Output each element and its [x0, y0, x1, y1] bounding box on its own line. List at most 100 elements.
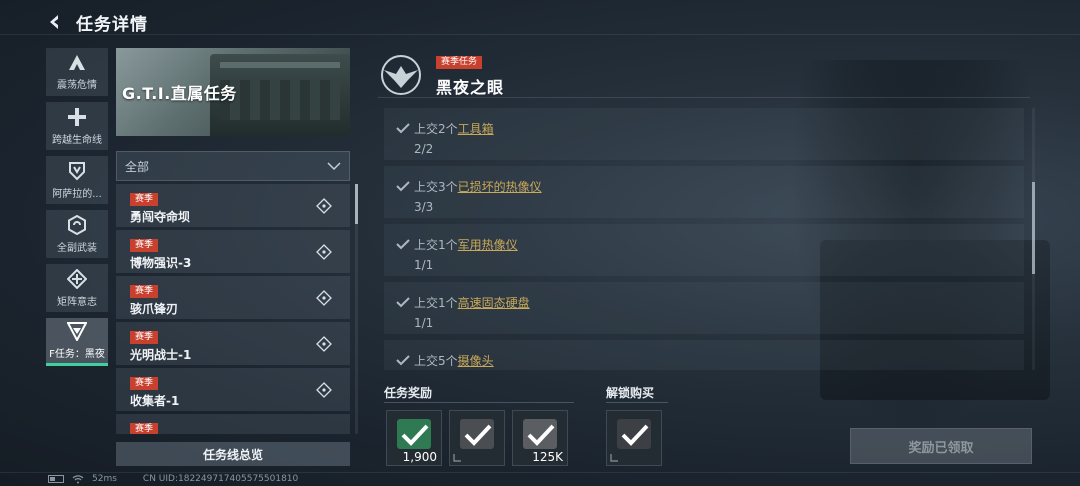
- objective-progress: 1/1: [414, 316, 434, 330]
- objective-item-link[interactable]: 高速固态硬盘: [458, 296, 530, 310]
- back-button[interactable]: [44, 11, 66, 33]
- objective-progress: 3/3: [414, 200, 434, 214]
- bind-corner-icon: [453, 454, 461, 462]
- category-tab-2[interactable]: 阿萨拉的...: [46, 156, 108, 204]
- category-tab-1[interactable]: 跨越生命线: [46, 102, 108, 150]
- track-target-icon[interactable]: [316, 290, 332, 306]
- objective-prefix: 上交1个: [414, 296, 458, 310]
- category-label: 阿萨拉的...: [52, 188, 102, 200]
- category-label: 矩阵意志: [57, 296, 97, 308]
- chevron-down-icon: [327, 162, 341, 170]
- task-name: 收集者-1: [130, 394, 180, 408]
- section-divider: [384, 402, 574, 403]
- task-list-item[interactable]: 赛季 收集者-1: [116, 368, 350, 411]
- mission-header: 赛季任务 黑夜之眼: [378, 52, 1030, 98]
- status-bar: 52ms CN UID:18224971740557550181​0: [48, 472, 298, 486]
- section-divider: [606, 402, 668, 403]
- season-task-tag: 赛季任务: [436, 56, 483, 69]
- claimed-check-icon: [401, 424, 429, 446]
- task-filter-dropdown[interactable]: 全部: [116, 151, 350, 181]
- ping-readout: 52ms: [92, 474, 117, 484]
- reward-slot[interactable]: 125K: [512, 410, 568, 466]
- checkmark-icon: [396, 181, 410, 192]
- task-list-item[interactable]: 赛季 骇爪锋刃: [116, 276, 350, 319]
- task-list-item[interactable]: 赛季 光明战士-1: [116, 322, 350, 365]
- category-label: 跨越生命线: [52, 134, 102, 146]
- back-arrow-icon: [50, 15, 58, 29]
- scrollbar-thumb[interactable]: [355, 184, 358, 224]
- checkmark-icon: [396, 355, 410, 366]
- objective-text: 上交2个工具箱: [414, 120, 494, 137]
- reward-slot[interactable]: 1,900: [386, 410, 442, 466]
- scrollbar-thumb[interactable]: [1032, 182, 1035, 274]
- objective-text: 上交1个高速固态硬盘: [414, 294, 530, 311]
- diamond-cross-icon: [67, 268, 87, 289]
- objective-item: 上交5个摄像头: [384, 340, 1024, 370]
- objective-progress: 2/2: [414, 142, 434, 156]
- objective-item: 上交1个军用热像仪 1/1: [384, 224, 1024, 276]
- reward-quantity: 1,900: [402, 450, 437, 464]
- track-target-icon[interactable]: [316, 244, 332, 260]
- category-tab-5[interactable]: F任务：黑夜: [46, 318, 108, 366]
- banner-title: G.T.I.直属任务: [122, 84, 237, 103]
- objective-item-link[interactable]: 已损坏的热像仪: [458, 180, 542, 194]
- unlock-slot[interactable]: [606, 410, 662, 466]
- objective-prefix: 上交1个: [414, 238, 458, 252]
- eagle-emblem-icon: [381, 55, 421, 95]
- background-grid-line: [0, 34, 1080, 35]
- bind-corner-icon: [610, 454, 618, 462]
- task-name: 光明战士-1: [130, 348, 192, 362]
- objective-prefix: 上交2个: [414, 122, 458, 136]
- objective-text: 上交3个已损坏的热像仪: [414, 178, 542, 195]
- shield-v-icon: [69, 161, 85, 180]
- wifi-icon: [72, 474, 84, 483]
- checkmark-icon: [396, 123, 410, 134]
- objective-scrollbar[interactable]: [1032, 108, 1035, 370]
- track-target-icon[interactable]: [316, 336, 332, 352]
- checkmark-icon: [396, 239, 410, 250]
- battery-icon: [48, 475, 64, 483]
- reward-slot[interactable]: [449, 410, 505, 466]
- task-list-item[interactable]: 赛季: [116, 414, 350, 434]
- uid-readout: CN UID:18224971740557550181​0: [142, 474, 299, 484]
- category-label: 震荡危情: [57, 79, 97, 91]
- mission-title: 黑夜之眼: [436, 78, 505, 97]
- track-target-icon[interactable]: [316, 382, 332, 398]
- task-list-item[interactable]: 赛季 勇闯夺命坝: [116, 184, 350, 227]
- objective-item: 上交1个高速固态硬盘 1/1: [384, 282, 1024, 334]
- task-name: 骇爪锋刃: [130, 302, 179, 316]
- category-tab-0[interactable]: 震荡危情: [46, 48, 108, 96]
- season-tag: 赛季: [130, 193, 159, 206]
- category-rail: 震荡危情 跨越生命线 阿萨拉的... 全副武装 矩阵意志 F任务：黑夜: [46, 48, 108, 372]
- objective-text: 上交5个摄像头: [414, 352, 494, 369]
- page-header: 任务详情: [44, 8, 148, 36]
- objective-item-link[interactable]: 工具箱: [458, 122, 494, 136]
- claimed-check-icon: [527, 424, 555, 446]
- claimed-check-icon: [621, 424, 649, 446]
- objective-progress: 1/1: [414, 258, 434, 272]
- task-list-scrollbar[interactable]: [355, 184, 358, 434]
- objective-item: 上交3个已损坏的热像仪 3/3: [384, 166, 1024, 218]
- task-list: 赛季 勇闯夺命坝 赛季 博物强识-3 赛季 骇爪锋刃 赛季 光明战士-1 赛季 …: [116, 184, 350, 434]
- season-tag: 赛季: [130, 239, 159, 252]
- objective-item: 上交2个工具箱 2/2: [384, 108, 1024, 160]
- category-label: 全副武装: [57, 242, 97, 254]
- objective-prefix: 上交5个: [414, 354, 458, 368]
- objective-item-link[interactable]: 军用热像仪: [458, 238, 518, 252]
- task-list-item[interactable]: 赛季 博物强识-3: [116, 230, 350, 273]
- track-target-icon[interactable]: [316, 198, 332, 214]
- rewards-claimed-button[interactable]: 奖励已领取: [850, 428, 1032, 464]
- task-line-overview-button[interactable]: 任务线总览: [116, 442, 350, 466]
- hex-swirl-icon: [68, 214, 86, 235]
- category-tab-3[interactable]: 全副武装: [46, 210, 108, 258]
- claimed-check-icon: [464, 424, 492, 446]
- season-tag: 赛季: [130, 285, 159, 298]
- category-tab-4[interactable]: 矩阵意志: [46, 264, 108, 312]
- triangle-v-icon: [67, 322, 87, 341]
- objective-list: 上交2个工具箱 2/2 上交3个已损坏的热像仪 3/3 上交1个军用热像仪 1/…: [384, 108, 1024, 370]
- season-tag: 赛季: [130, 331, 159, 344]
- objective-item-link[interactable]: 摄像头: [458, 354, 494, 368]
- season-tag: 赛季: [130, 423, 159, 434]
- checkmark-icon: [396, 297, 410, 308]
- task-name: 勇闯夺命坝: [130, 210, 191, 224]
